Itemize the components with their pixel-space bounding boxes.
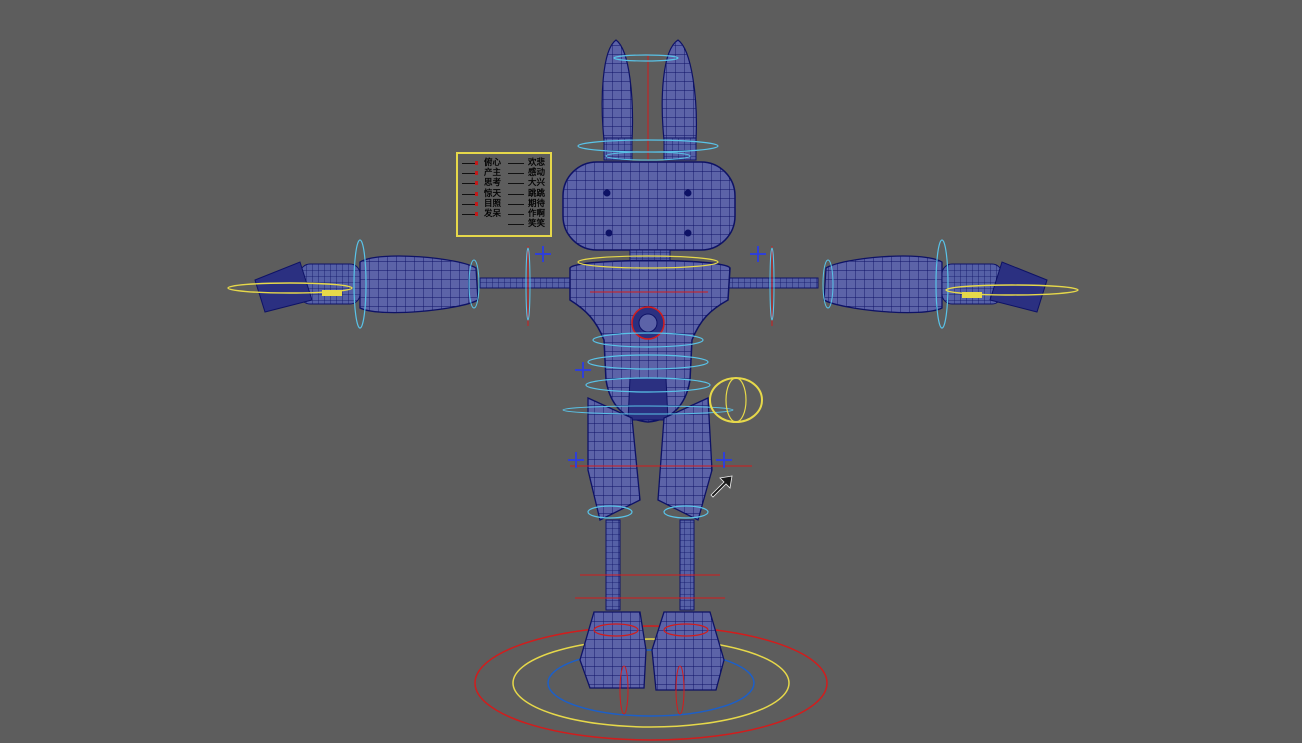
facial-label: 目照 <box>484 198 502 209</box>
facial-slider-row[interactable]: 作啊 <box>508 208 546 219</box>
facial-label: 感动 <box>528 168 546 179</box>
facial-slider-row[interactable]: 期待 <box>508 198 546 209</box>
mouse-cursor-icon <box>710 475 733 498</box>
facial-label: 大兴 <box>528 178 546 189</box>
facial-slider-row[interactable]: 跳跳 <box>508 188 546 199</box>
facial-slider-row[interactable]: 俯心 <box>462 158 502 168</box>
viewport-canvas[interactable] <box>0 0 1302 743</box>
robot-torso[interactable] <box>569 255 731 423</box>
left-arm[interactable] <box>227 239 480 329</box>
facial-slider-row[interactable]: 惊天 <box>462 188 502 199</box>
facial-slider-row[interactable]: 欢悲 <box>508 158 546 168</box>
3d-viewport[interactable]: 俯心 产主 思考 惊天 目照 发呆 欢悲 感动 大兴 跳跳 期待 作啊 笑笑 <box>0 0 1302 743</box>
robot-legs[interactable] <box>562 396 752 611</box>
facial-slider-row[interactable]: 目照 <box>462 198 502 209</box>
robot-head[interactable] <box>562 161 736 263</box>
facial-label: 作啊 <box>528 208 546 219</box>
ground-controls[interactable] <box>474 625 828 741</box>
facial-slider-row[interactable]: 发呆 <box>462 208 502 219</box>
facial-label: 发呆 <box>484 208 502 219</box>
facial-label: 欢悲 <box>528 158 546 168</box>
facial-label: 期待 <box>528 198 546 209</box>
facial-left-column: 俯心 产主 思考 惊天 目照 发呆 <box>462 158 502 219</box>
facial-label: 产主 <box>484 168 502 179</box>
facial-label: 笑笑 <box>528 219 546 230</box>
facial-label: 惊天 <box>484 188 502 199</box>
robot-feet[interactable] <box>579 611 725 715</box>
facial-label: 俯心 <box>484 158 502 168</box>
facial-control-panel[interactable]: 俯心 产主 思考 惊天 目照 发呆 欢悲 感动 大兴 跳跳 期待 作啊 笑笑 <box>456 152 552 237</box>
facial-right-column: 欢悲 感动 大兴 跳跳 期待 作啊 笑笑 <box>508 158 546 230</box>
facial-label: 思考 <box>484 178 502 189</box>
facial-label: 跳跳 <box>528 188 546 199</box>
selected-control[interactable] <box>709 377 763 423</box>
facial-slider-row[interactable]: 笑笑 <box>508 219 546 230</box>
facial-slider-row[interactable]: 大兴 <box>508 178 546 189</box>
right-arm[interactable] <box>822 239 1079 329</box>
facial-slider-row[interactable]: 产主 <box>462 168 502 179</box>
robot-ears[interactable] <box>577 39 719 161</box>
facial-slider-row[interactable]: 感动 <box>508 168 546 179</box>
facial-slider-row[interactable]: 思考 <box>462 178 502 189</box>
